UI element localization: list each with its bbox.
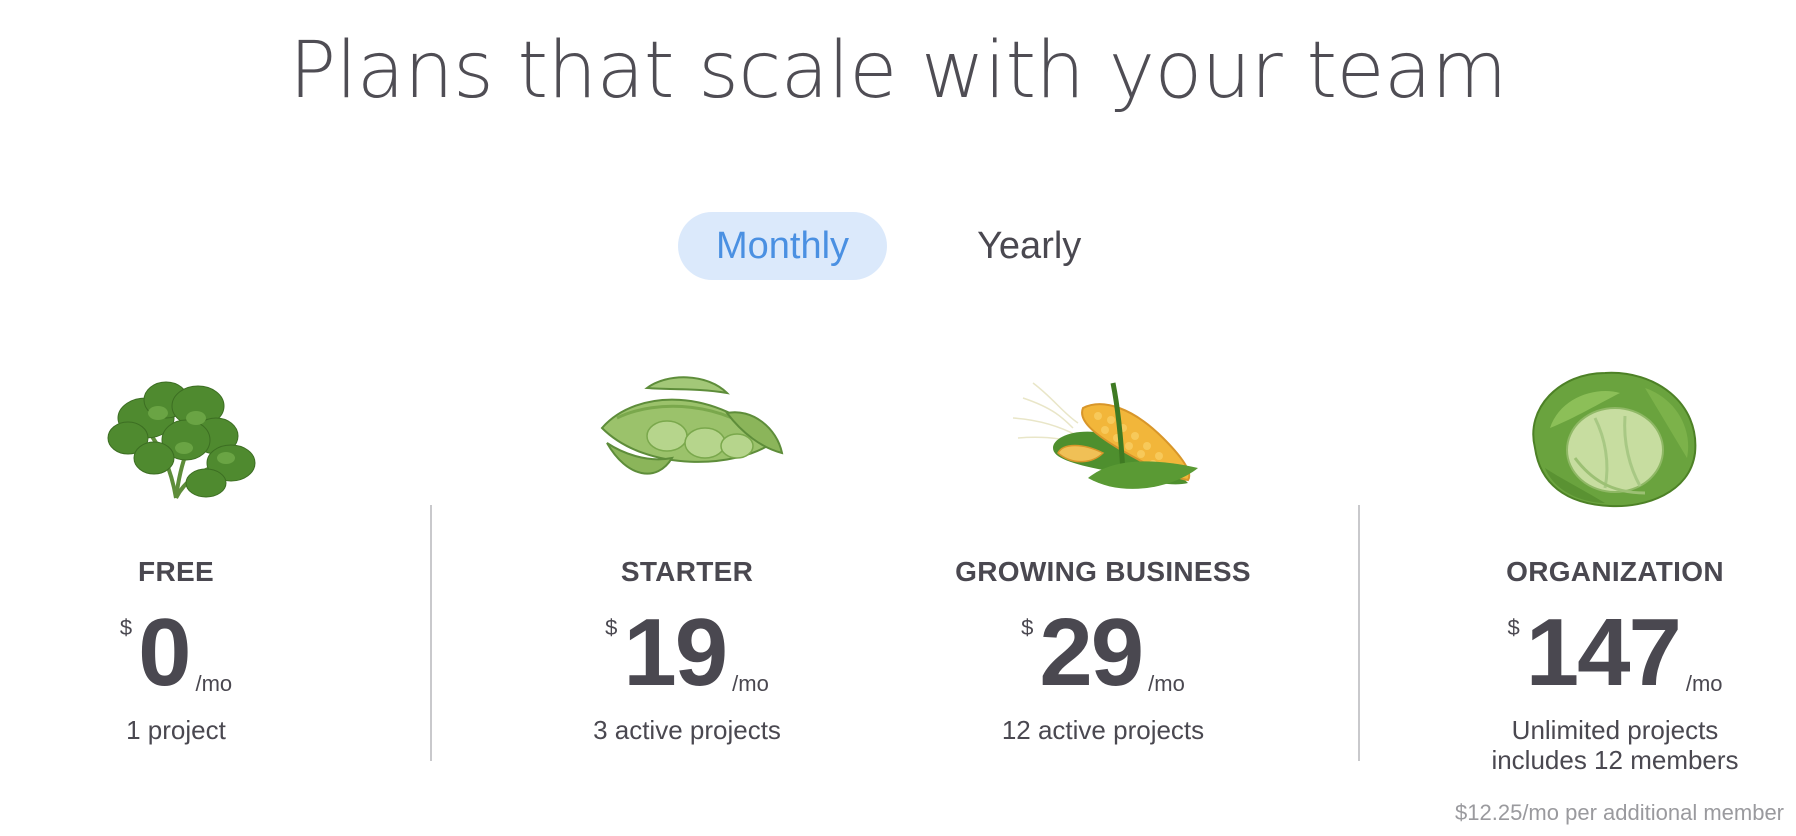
plan-price: $ 147 /mo bbox=[1405, 605, 1796, 701]
plan-card-growing-business: GROWING BUSINESS $ 29 /mo 12 active proj… bbox=[893, 358, 1313, 745]
plan-description: Unlimited projects includes 12 members bbox=[1405, 715, 1796, 775]
plan-name: FREE bbox=[138, 556, 214, 587]
plan-description-line: Unlimited projects bbox=[1511, 715, 1719, 745]
plan-card-organization: ORGANIZATION $ 147 /mo Unlimited project… bbox=[1405, 358, 1796, 775]
billing-period-toggle: Monthly Yearly bbox=[678, 212, 1119, 280]
plan-card-free: FREE $ 0 /mo 1 project bbox=[0, 358, 386, 745]
plan-price: $ 0 /mo bbox=[0, 605, 386, 701]
plan-divider bbox=[1358, 505, 1360, 761]
price-amount: 0 bbox=[138, 599, 191, 706]
cabbage-icon bbox=[1532, 371, 1697, 508]
price-amount: 147 bbox=[1525, 599, 1682, 706]
price-period: /mo bbox=[195, 671, 233, 696]
corn-icon bbox=[1012, 382, 1198, 489]
plan-price: $ 29 /mo bbox=[893, 605, 1313, 701]
plan-name: GROWING BUSINESS bbox=[955, 556, 1251, 587]
price-amount: 19 bbox=[623, 599, 728, 706]
plan-description: 1 project bbox=[0, 715, 386, 745]
plan-description-line: includes 12 members bbox=[1491, 745, 1739, 775]
additional-member-note: $12.25/mo per additional member bbox=[1455, 800, 1784, 825]
edamame-icon bbox=[600, 376, 784, 475]
yearly-toggle-button[interactable]: Yearly bbox=[939, 212, 1119, 280]
currency-symbol: $ bbox=[605, 615, 618, 640]
plan-card-starter: STARTER $ 19 /mo 3 active projects bbox=[477, 358, 897, 745]
monthly-toggle-button[interactable]: Monthly bbox=[678, 212, 888, 280]
plan-name: STARTER bbox=[620, 556, 754, 587]
plan-name: ORGANIZATION bbox=[1506, 556, 1724, 587]
plan-price: $ 19 /mo bbox=[477, 605, 897, 701]
currency-symbol: $ bbox=[1507, 615, 1520, 640]
price-period: /mo bbox=[1148, 671, 1185, 696]
price-period: /mo bbox=[1685, 671, 1723, 696]
price-period: /mo bbox=[732, 671, 769, 696]
currency-symbol: $ bbox=[119, 615, 133, 640]
parsley-icon bbox=[107, 381, 256, 499]
price-amount: 29 bbox=[1039, 599, 1144, 706]
plan-divider bbox=[430, 505, 432, 761]
plan-description-line: 3 active projects bbox=[593, 715, 781, 745]
plan-description-line: 12 active projects bbox=[1001, 715, 1205, 745]
plan-description: 3 active projects bbox=[477, 715, 897, 745]
page-title: Plans that scale with your team bbox=[289, 26, 1507, 116]
currency-symbol: $ bbox=[1021, 615, 1034, 640]
plan-description-line: 1 project bbox=[126, 715, 226, 745]
plan-description: 12 active projects bbox=[893, 715, 1313, 745]
